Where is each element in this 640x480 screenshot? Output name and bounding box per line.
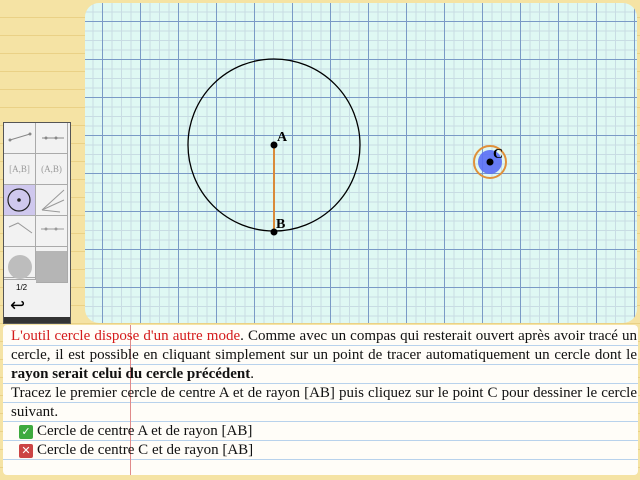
- path-tool[interactable]: [36, 216, 68, 247]
- tool-palette: [A,B] (A,B) ∩ MA=MB 1/2 ↩: [3, 122, 71, 324]
- segment-label-alt-tool-text: (A,B): [41, 164, 62, 174]
- path-tool-icon: [40, 227, 64, 231]
- ray-tool[interactable]: [36, 123, 68, 154]
- label-b: B: [276, 217, 285, 232]
- ray-tool-icon: [41, 136, 64, 140]
- segment-label-tool[interactable]: [A,B]: [4, 154, 36, 185]
- lines-tool-icon: [41, 189, 64, 213]
- label-a: A: [277, 130, 288, 145]
- gray-tool[interactable]: [36, 251, 68, 283]
- polyline-tool[interactable]: [4, 216, 36, 247]
- instruction-panel: L'outil cercle dispose d'un autre mode. …: [3, 325, 638, 475]
- paragraph-2: Tracez le premier cercle de centre A et …: [11, 385, 637, 420]
- bold-text: rayon serait celui du cercle précédent: [11, 366, 251, 382]
- polyline-tool-icon: [8, 222, 32, 234]
- segment-tool-icon: [8, 132, 31, 142]
- geometry-canvas[interactable]: A B C: [85, 3, 637, 323]
- task-item-1: ✓ Cercle de centre A et de rayon [AB]: [19, 422, 637, 441]
- task-item-2: ✕ Cercle de centre C et de rayon [AB]: [19, 441, 637, 460]
- cross-icon: ✕: [19, 443, 33, 458]
- instruction-text: L'outil cercle dispose d'un autre mode. …: [11, 327, 637, 460]
- paragraph-1-end: .: [250, 366, 254, 382]
- paragraph-1: L'outil cercle dispose d'un autre mode. …: [11, 327, 637, 384]
- check-icon: ✓: [19, 424, 33, 439]
- geometry-svg[interactable]: A B C: [85, 3, 637, 323]
- circle-tool-icon: [6, 188, 31, 212]
- page-indicator: 1/2: [16, 283, 28, 292]
- task-text-2: Cercle de centre C et de rayon [AB]: [37, 442, 254, 458]
- label-c: C: [493, 147, 503, 162]
- undo-button[interactable]: ↩: [10, 295, 25, 316]
- task-text-1: Cercle de centre A et de rayon [AB]: [37, 423, 253, 439]
- segment-label-tool-text: [A,B]: [9, 164, 30, 174]
- circle-tool[interactable]: [4, 185, 36, 216]
- color-disc-icon: [8, 255, 32, 279]
- segment-label-alt-tool[interactable]: (A,B): [36, 154, 68, 185]
- segment-tool[interactable]: [4, 123, 36, 154]
- palette-footer: [4, 317, 70, 323]
- lines-tool[interactable]: [36, 185, 68, 216]
- highlight-text: L'outil cercle dispose d'un autre mode: [11, 328, 241, 344]
